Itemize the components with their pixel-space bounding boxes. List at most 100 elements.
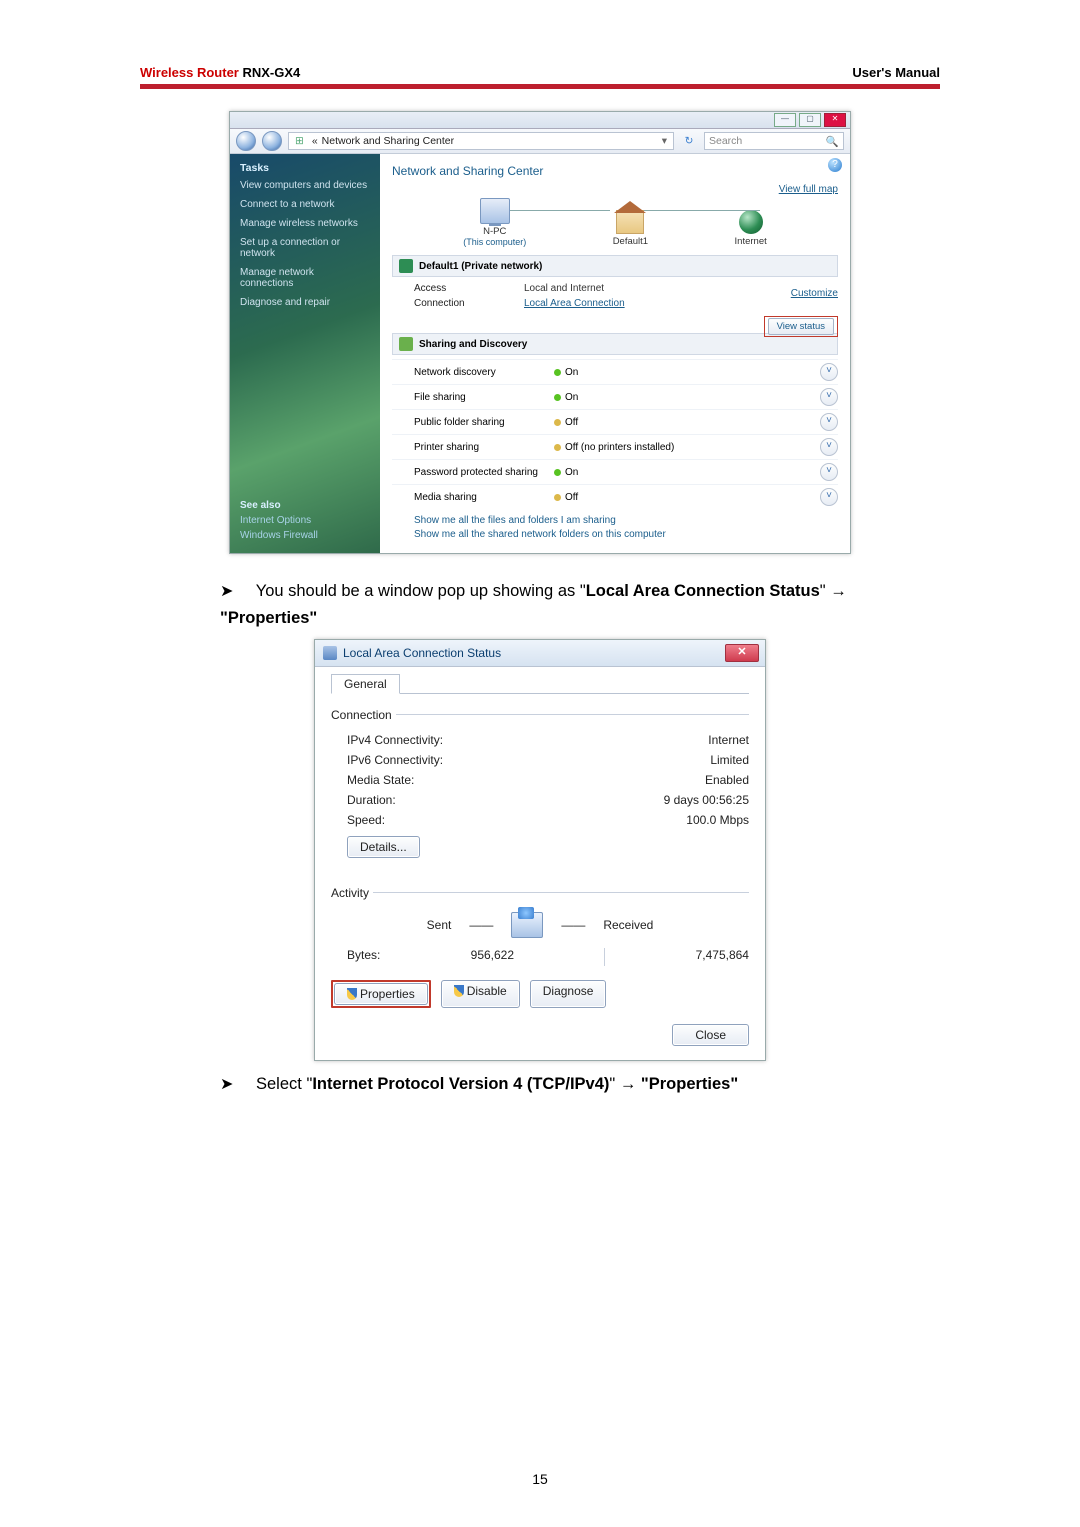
- close-dialog-button[interactable]: Close: [672, 1024, 749, 1046]
- back-button[interactable]: [236, 131, 256, 151]
- expand-button[interactable]: ˅: [820, 363, 838, 381]
- c-v: 9 days 00:56:25: [664, 793, 749, 807]
- computers-icon: [511, 912, 543, 938]
- connection-legend: Connection: [331, 708, 396, 722]
- panel-heading: Network and Sharing Center: [392, 164, 838, 178]
- tab-general[interactable]: General: [331, 674, 400, 694]
- see-also-windows-firewall[interactable]: Windows Firewall: [240, 530, 318, 541]
- node-gw-label: Default1: [613, 236, 648, 247]
- link-show-files[interactable]: Show me all the files and folders I am s…: [414, 515, 838, 526]
- breadcrumb-text: Network and Sharing Center: [322, 135, 455, 147]
- people-icon: [399, 337, 413, 351]
- customize-link[interactable]: Customize: [791, 288, 838, 299]
- expand-button[interactable]: ˅: [820, 388, 838, 406]
- kv-connection: Connection Local Area Connection: [392, 296, 838, 311]
- task-connect-network[interactable]: Connect to a network: [240, 199, 370, 210]
- sd-public-folder: Public folder sharing Off ˅: [392, 409, 838, 434]
- bullet-arrow-icon: ➤: [220, 583, 233, 600]
- task-manage-wireless[interactable]: Manage wireless networks: [240, 218, 370, 229]
- close-button[interactable]: ✕: [824, 113, 846, 127]
- expand-button[interactable]: ˅: [820, 438, 838, 456]
- doc-header: Wireless Router RNX-GX4 User's Manual: [140, 65, 940, 84]
- see-also-internet-options[interactable]: Internet Options: [240, 515, 318, 526]
- c-v: Internet: [708, 733, 749, 747]
- sd-network-discovery: Network discovery On ˅: [392, 359, 838, 384]
- diagnose-button[interactable]: Diagnose: [530, 980, 607, 1008]
- globe-icon: [739, 210, 763, 234]
- node-pc-label: N-PC: [463, 226, 526, 237]
- tasks-sidebar: Tasks View computers and devices Connect…: [230, 154, 380, 553]
- bullet-arrow-icon: ➤: [220, 1076, 233, 1093]
- title-red: Wireless Router: [140, 65, 239, 80]
- maximize-button[interactable]: ▢: [799, 113, 821, 127]
- disable-button[interactable]: Disable: [441, 980, 520, 1008]
- b1-bold1: Local Area Connection Status: [586, 582, 820, 600]
- dialog-title: Local Area Connection Status: [343, 646, 501, 660]
- node-pc-sub: (This computer): [463, 237, 526, 247]
- search-icon: 🔍: [826, 135, 839, 148]
- sd-v: Off: [565, 417, 820, 428]
- bytes-recv: 7,475,864: [696, 948, 749, 966]
- screenshot-network-sharing-center: — ▢ ✕ ⊞ « Network and Sharing Center ▾ ↻…: [229, 111, 851, 554]
- sd-heading: Sharing and Discovery: [419, 339, 527, 350]
- breadcrumb[interactable]: ⊞ « Network and Sharing Center ▾: [288, 132, 674, 150]
- details-button[interactable]: Details...: [347, 836, 420, 858]
- task-diagnose[interactable]: Diagnose and repair: [240, 297, 370, 308]
- view-status-button[interactable]: View status: [768, 318, 834, 335]
- bullet-2: ➤ Select "Internet Protocol Version 4 (T…: [220, 1071, 860, 1098]
- doc-header-rule: [140, 84, 940, 89]
- expand-button[interactable]: ˅: [820, 413, 838, 431]
- task-setup-connection[interactable]: Set up a connection or network: [240, 237, 370, 259]
- sd-password-protected: Password protected sharing On ˅: [392, 459, 838, 484]
- link-show-folders[interactable]: Show me all the shared network folders o…: [414, 529, 838, 540]
- b2-mid: " →: [609, 1075, 641, 1093]
- help-icon[interactable]: ?: [828, 158, 842, 172]
- see-also-heading: See also: [240, 500, 318, 511]
- page-number: 15: [0, 1471, 1080, 1487]
- forward-button[interactable]: [262, 131, 282, 151]
- separator: [604, 948, 605, 966]
- address-bar: ⊞ « Network and Sharing Center ▾ ↻ Searc…: [230, 129, 850, 154]
- b2-bold1: Internet Protocol Version 4 (TCP/IPv4): [312, 1075, 609, 1093]
- c-k: Media State:: [347, 773, 414, 787]
- expand-button[interactable]: ˅: [820, 463, 838, 481]
- status-dot-off-icon: [554, 494, 561, 501]
- node-inet-label: Internet: [735, 236, 767, 247]
- task-manage-connections[interactable]: Manage network connections: [240, 267, 370, 289]
- window-titlebar: — ▢ ✕: [230, 112, 850, 129]
- minimize-button[interactable]: —: [774, 113, 796, 127]
- refresh-icon[interactable]: ↻: [680, 135, 698, 147]
- search-input[interactable]: Search 🔍: [704, 132, 844, 150]
- shield-icon: [454, 985, 464, 997]
- sd-k: Printer sharing: [414, 442, 554, 453]
- properties-button[interactable]: Properties: [334, 983, 428, 1005]
- activity-group: Activity Sent —— —— Received Bytes: 956,…: [331, 886, 749, 966]
- breadcrumb-icon: ⊞: [295, 135, 304, 147]
- node-this-pc: N-PC (This computer): [463, 198, 526, 247]
- sd-k: File sharing: [414, 392, 554, 403]
- house-icon: [616, 210, 644, 234]
- pc-icon: [480, 198, 510, 224]
- bullet-1: ➤ You should be a window pop up showing …: [220, 578, 860, 633]
- status-dot-on-icon: [554, 394, 561, 401]
- sd-k: Network discovery: [414, 367, 554, 378]
- b1-mid: " →: [820, 582, 847, 600]
- bytes-label: Bytes:: [347, 948, 380, 966]
- properties-label: Properties: [360, 987, 415, 1001]
- view-full-map-link[interactable]: View full map: [779, 184, 838, 195]
- view-status-highlight: View status: [764, 316, 838, 337]
- kv-access: Access Local and Internet: [392, 281, 838, 296]
- network-icon: [399, 259, 413, 273]
- sd-v: Off: [565, 492, 820, 503]
- close-button[interactable]: ✕: [725, 644, 759, 662]
- access-val: Local and Internet: [524, 283, 604, 294]
- network-section-header: Default1 (Private network): [392, 255, 838, 277]
- disable-label: Disable: [467, 984, 507, 998]
- expand-button[interactable]: ˅: [820, 488, 838, 506]
- c-v: 100.0 Mbps: [686, 813, 749, 827]
- sd-v: On: [565, 392, 820, 403]
- task-view-computers[interactable]: View computers and devices: [240, 180, 370, 191]
- sd-printer-sharing: Printer sharing Off (no printers install…: [392, 434, 838, 459]
- net-title: Default1: [419, 261, 458, 272]
- status-dot-off-icon: [554, 419, 561, 426]
